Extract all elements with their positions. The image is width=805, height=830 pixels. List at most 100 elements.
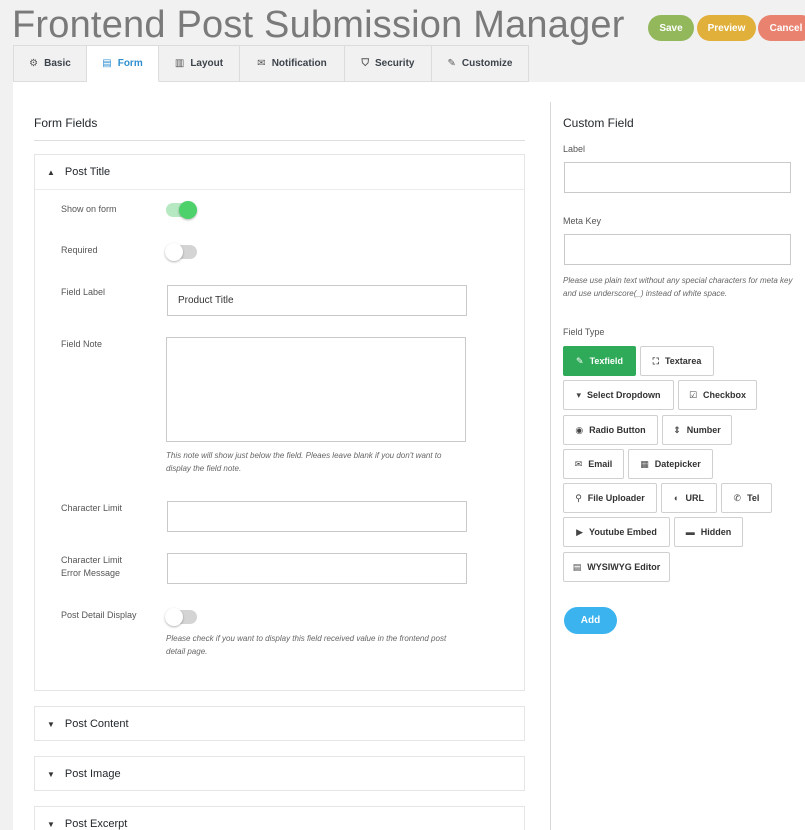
tab-customize[interactable]: ✎ Customize [432, 45, 529, 82]
globe-icon: ◐ [674, 493, 680, 503]
field-type-label: Datepicker [654, 459, 701, 469]
accordion-post-content[interactable]: ▼ Post Content [34, 706, 525, 741]
accordion-post-image[interactable]: ▼ Post Image [34, 756, 525, 791]
tab-security[interactable]: ⛉ Security [345, 45, 432, 82]
title-divider [34, 140, 525, 141]
tab-layout[interactable]: ▥ Layout [159, 45, 240, 82]
field-type-checkbox[interactable]: ☑ Checkbox [678, 380, 757, 410]
accordion-title: Post Excerpt [64, 818, 128, 830]
field-type-label: WYSIWYG Editor [587, 562, 661, 572]
cancel-button[interactable]: Cancel [758, 15, 805, 41]
field-type-select-dropdown[interactable]: ▾ Select Dropdown [563, 380, 674, 410]
caret-down-icon: ▼ [47, 819, 55, 829]
tab-basic[interactable]: ⚙ Basic [13, 45, 87, 82]
page-title: Frontend Post Submission Manager [12, 4, 625, 46]
tab-notification[interactable]: ✉ Notification [240, 45, 345, 82]
column-divider [550, 102, 551, 830]
expand-icon: ⛶ [652, 355, 659, 366]
field-type-url[interactable]: ◐ URL [661, 483, 717, 513]
caret-down-icon: ▼ [47, 719, 55, 729]
save-button[interactable]: Save [648, 15, 694, 41]
paperclip-icon: ⚲ [575, 492, 582, 503]
label-line: Character Limit [61, 555, 123, 565]
field-type-datepicker[interactable]: ▦ Datepicker [628, 449, 713, 479]
post-detail-toggle[interactable] [165, 608, 197, 626]
edit-icon: ✎ [576, 355, 584, 366]
toggle-knob [179, 201, 197, 219]
char-limit-error-input[interactable] [167, 553, 467, 584]
field-type-label: Email [588, 459, 613, 469]
field-type-tel[interactable]: ✆ Tel [721, 483, 772, 513]
required-toggle[interactable] [165, 243, 197, 261]
char-limit-error-label: Character Limit Error Message [61, 554, 122, 580]
dropdown-icon: ▾ [576, 389, 581, 400]
accordion-title: Post Content [64, 718, 129, 730]
cf-label-label: Label [563, 144, 586, 154]
accordion-body: Show on form Required Field Label Produc… [35, 189, 524, 690]
tab-label: Layout [190, 58, 224, 69]
toggle-knob [165, 243, 183, 261]
show-on-form-label: Show on form [61, 204, 117, 214]
meta-key-input[interactable] [564, 234, 791, 265]
field-type-textarea[interactable]: ⛶ Textarea [640, 346, 714, 376]
field-type-file-uploader[interactable]: ⚲ File Uploader [563, 483, 657, 513]
field-type-number[interactable]: ⇕ Number [662, 415, 732, 445]
field-type-texfield[interactable]: ✎ Texfield [563, 346, 636, 376]
form-fields-title: Form Fields [34, 116, 98, 130]
field-type-label: Textarea [664, 356, 702, 366]
add-button[interactable]: Add [564, 607, 617, 634]
toggle-knob [165, 608, 183, 626]
accordion-header-post-excerpt[interactable]: ▼ Post Excerpt [35, 807, 524, 830]
preview-button[interactable]: Preview [697, 15, 756, 41]
post-detail-help: Please check if you want to display this… [166, 634, 447, 656]
field-type-label: Field Type [563, 327, 605, 337]
youtube-icon: ▶ [576, 526, 584, 537]
calendar-icon: ▦ [640, 458, 649, 469]
tab-form[interactable]: ▤ Form [87, 45, 159, 82]
field-type-label: Select Dropdown [587, 390, 661, 400]
gear-icon: ⚙ [29, 58, 39, 69]
field-type-label: Number [686, 425, 721, 435]
sort-icon: ⇕ [673, 424, 681, 435]
envelope-icon: ✉ [574, 458, 583, 469]
field-type-label: Texfield [589, 356, 623, 366]
accordion-post-excerpt[interactable]: ▼ Post Excerpt [34, 806, 525, 830]
tab-label: Security [375, 58, 415, 69]
field-type-label: Checkbox [703, 390, 747, 400]
cf-label-input[interactable] [564, 162, 791, 193]
char-limit-input[interactable] [167, 501, 467, 532]
accordion-header-post-content[interactable]: ▼ Post Content [35, 707, 524, 741]
accordion-title: Post Image [64, 768, 121, 780]
char-limit-label: Character Limit [61, 503, 123, 513]
field-type-label: Radio Button [589, 425, 646, 435]
field-type-radio-button[interactable]: ◉ Radio Button [563, 415, 658, 445]
show-on-form-toggle[interactable] [166, 201, 197, 219]
field-type-label: URL [685, 493, 704, 503]
field-type-wysiwyg-editor[interactable]: ▤ WYSIWYG Editor [563, 552, 670, 582]
field-note-textarea[interactable] [166, 337, 466, 442]
shield-icon: ⛉ [361, 58, 370, 69]
tab-label: Basic [44, 58, 71, 69]
field-label-label: Field Label [61, 287, 106, 297]
field-label-input[interactable]: Product Title [167, 285, 467, 316]
form-panel: Form Fields ▲ Post Title Show on form Re… [13, 82, 805, 830]
field-type-label: Hidden [700, 527, 732, 537]
accordion-header-post-title[interactable]: ▲ Post Title [35, 155, 524, 189]
accordion-header-post-image[interactable]: ▼ Post Image [35, 757, 524, 791]
accordion-post-title: ▲ Post Title Show on form Required Field… [34, 154, 525, 691]
radio-icon: ◉ [575, 424, 584, 435]
field-type-label: Tel [747, 493, 760, 503]
field-note-label: Field Note [61, 339, 103, 349]
tab-bar: ⚙ Basic ▤ Form ▥ Layout ✉ Notification ⛉… [13, 45, 529, 82]
field-type-youtube-embed[interactable]: ▶ Youtube Embed [563, 517, 670, 547]
checkbox-icon: ☑ [688, 389, 698, 400]
accordion-title: Post Title [64, 166, 111, 178]
caret-up-icon: ▲ [47, 167, 55, 177]
field-type-hidden[interactable]: ▬ Hidden [674, 517, 743, 547]
field-type-email[interactable]: ✉ Email [563, 449, 624, 479]
phone-icon: ✆ [733, 492, 742, 503]
caret-down-icon: ▼ [47, 769, 55, 779]
hidden-icon: ▬ [685, 527, 695, 537]
envelope-icon: ✉ [257, 58, 266, 69]
tab-label: Notification [271, 58, 327, 69]
